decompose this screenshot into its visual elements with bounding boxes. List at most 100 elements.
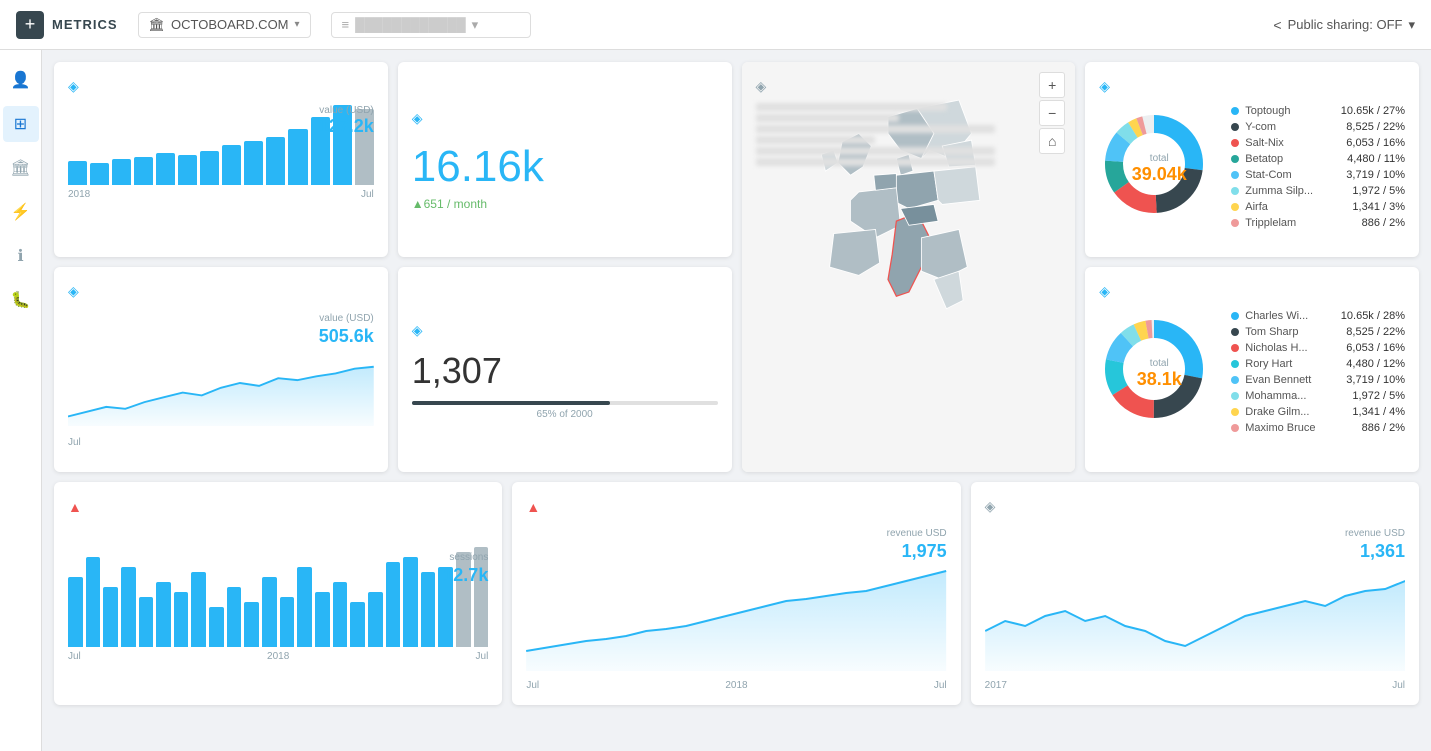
card5-gauge-value: 1,307 — [412, 353, 502, 389]
pipeline-value-card: ◈ value (USD) 505.6k — [54, 267, 388, 472]
sidebar-item-flash[interactable]: ⚡ — [3, 194, 39, 230]
add-button[interactable]: + — [16, 11, 44, 39]
legend-dot — [1231, 328, 1239, 336]
filter-icon: ≡ — [342, 17, 350, 32]
sidebar-item-bug[interactable]: 🐛 — [3, 282, 39, 318]
legend-item: Salt-Nix 6,053 / 16% — [1231, 137, 1405, 149]
legend-dot — [1231, 376, 1239, 384]
org-name: OCTOBOARD.COM — [171, 17, 289, 32]
topnav: + METRICS 🏛 OCTOBOARD.COM ▾ ≡ ██████████… — [0, 0, 1431, 50]
sidebar-item-bank[interactable]: 🏛 — [3, 150, 39, 186]
bar-item — [112, 159, 131, 185]
bar-item — [103, 587, 118, 647]
bar-item — [386, 562, 401, 647]
card3-total-value: 39.04k — [1132, 164, 1187, 185]
card5-icon: ◈ — [412, 322, 423, 339]
card3-total-label: total — [1132, 153, 1187, 164]
x-label: Jul — [68, 437, 81, 448]
map-data-line — [756, 103, 948, 111]
x-label: 2018 — [267, 651, 289, 662]
sharing-chevron: ▾ — [1408, 17, 1415, 33]
filter-text: ████████████ — [355, 17, 466, 32]
x-label: Jul — [934, 680, 947, 691]
sidebar-item-info[interactable]: ℹ — [3, 238, 39, 274]
legend-name: Betatop — [1245, 153, 1341, 165]
legend-dot — [1231, 408, 1239, 416]
map-data-line — [756, 136, 876, 144]
legend-dot — [1231, 392, 1239, 400]
legend-value: 6,053 / 16% — [1346, 137, 1405, 149]
legend-item: Airfa 1,341 / 3% — [1231, 201, 1405, 213]
card4-area-svg — [68, 338, 374, 428]
x-label: Jul — [476, 651, 489, 662]
card7-value: 12.7k — [443, 565, 488, 586]
map-home[interactable]: ⌂ — [1039, 128, 1065, 154]
sharing-control[interactable]: < Public sharing: OFF ▾ — [1273, 17, 1415, 33]
revenue-metrics-card: ◈ value (USD) 127.2k — [54, 62, 388, 257]
org-dropdown[interactable]: 🏛 OCTOBOARD.COM ▾ — [138, 12, 311, 38]
sidebar-item-dashboard[interactable]: ⊞ — [3, 106, 39, 142]
map-data-line — [756, 147, 996, 155]
website-traffic-card: ▲ sessions 12.7k — [54, 482, 502, 705]
card6-donut: total 38.1k — [1099, 314, 1219, 434]
bar-item — [68, 161, 87, 185]
legend-value: 886 / 2% — [1362, 217, 1405, 229]
bar-item — [139, 597, 154, 647]
legend-name: Stat-Com — [1245, 169, 1340, 181]
card6-donut-layout: total 38.1k Charles Wi... 10.65k / 28% T… — [1099, 310, 1405, 438]
bar-item — [262, 577, 277, 647]
legend-dot — [1231, 344, 1239, 352]
bar-item — [86, 557, 101, 647]
legend-name: Toptough — [1245, 105, 1335, 117]
legend-dot — [1231, 123, 1239, 131]
card5-gauge-label: 65% of 2000 — [412, 409, 718, 420]
x-label: 2018 — [725, 680, 747, 691]
legend-item: Stat-Com 3,719 / 10% — [1231, 169, 1405, 181]
bar-item — [403, 557, 418, 647]
card6-donut-center: total 38.1k — [1137, 358, 1182, 390]
top-sellers-card: ◈ total — [1085, 267, 1419, 472]
sales-progress-card: ◈ 1,307 65% of 2000 — [398, 267, 732, 472]
legend-value: 10.65k / 28% — [1341, 310, 1405, 322]
bar-item — [280, 597, 295, 647]
bar-item — [134, 157, 153, 185]
legend-name: Maximo Bruce — [1245, 422, 1355, 434]
legend-item: Zumma Silp... 1,972 / 5% — [1231, 185, 1405, 197]
bar-item — [174, 592, 189, 647]
legend-name: Evan Bennett — [1245, 374, 1340, 386]
map-data-line — [756, 114, 900, 122]
legend-value: 10.65k / 27% — [1341, 105, 1405, 117]
bar-item — [350, 602, 365, 647]
card7-x-labels: Jul 2018 Jul — [68, 651, 488, 662]
share-icon: < — [1273, 17, 1281, 33]
card6-total-value: 38.1k — [1137, 369, 1182, 390]
sharing-label: Public sharing: OFF — [1288, 17, 1403, 32]
legend-name: Drake Gilm... — [1245, 406, 1346, 418]
legend-value: 1,341 / 4% — [1352, 406, 1405, 418]
legend-item: Nicholas H... 6,053 / 16% — [1231, 342, 1405, 354]
card8-chart: revenue USD 1,975 — [526, 523, 946, 676]
card7-value-label: sessions — [449, 552, 488, 563]
card3-donut: total 39.04k — [1099, 109, 1219, 229]
legend-dot — [1231, 107, 1239, 115]
filter-dropdown[interactable]: ≡ ████████████ ▾ — [331, 12, 531, 38]
legend-value: 3,719 / 10% — [1346, 169, 1405, 181]
card8-area-svg — [526, 551, 946, 671]
card1-icon: ◈ — [68, 78, 79, 95]
bank-icon: 🏛 — [149, 17, 166, 33]
x-label: Jul — [361, 189, 374, 200]
legend-name-rory-hart: Rory Hart — [1245, 358, 1340, 370]
sidebar-item-user[interactable]: 👤 — [3, 62, 39, 98]
legend-value: 3,719 / 10% — [1346, 374, 1405, 386]
map-zoom-out[interactable]: − — [1039, 100, 1065, 126]
card9-x-labels: 2017 Jul — [985, 680, 1405, 691]
map-zoom-in[interactable]: + — [1039, 72, 1065, 98]
x-label: Jul — [68, 651, 81, 662]
card8-x-labels: Jul 2018 Jul — [526, 680, 946, 691]
card6-legend: Charles Wi... 10.65k / 28% Tom Sharp 8,5… — [1231, 310, 1405, 438]
legend-name: Zumma Silp... — [1245, 185, 1346, 197]
legend-item: Betatop 4,480 / 11% — [1231, 153, 1405, 165]
legend-dot — [1231, 312, 1239, 320]
legend-value: 4,480 / 11% — [1347, 153, 1405, 165]
bar-item — [222, 145, 241, 185]
